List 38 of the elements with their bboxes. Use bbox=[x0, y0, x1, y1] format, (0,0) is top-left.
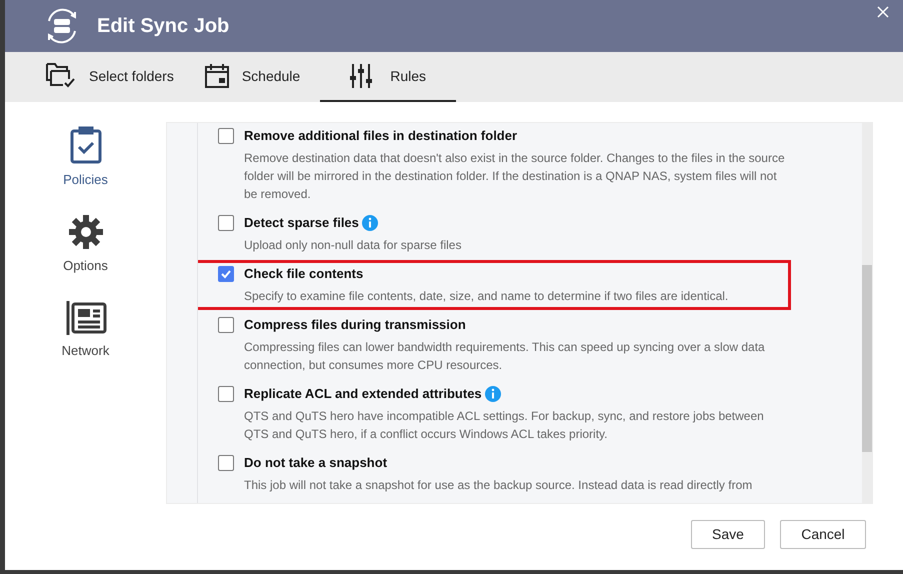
sidebar-item[interactable]: Policies bbox=[46, 126, 126, 190]
tab[interactable]: Schedule bbox=[194, 52, 310, 102]
clipboard-check-icon bbox=[68, 126, 102, 164]
check-icon bbox=[220, 268, 232, 280]
option-title: Check file contents bbox=[244, 265, 364, 283]
folders-icon bbox=[45, 62, 77, 90]
option-title: Do not take a snapshot bbox=[244, 454, 388, 472]
close-icon[interactable] bbox=[877, 6, 889, 18]
gear-icon bbox=[68, 214, 104, 250]
option-title: Detect sparse files bbox=[244, 214, 359, 232]
option-description: Remove destination data that doesn't also exist in the source folder. Changes to the files in the source folder will be mirrored in the destination folder. If the destination is a QNAP NAS, system files will not be removed. bbox=[244, 150, 786, 203]
scrollbar[interactable] bbox=[862, 123, 872, 503]
tab[interactable]: Select folders bbox=[35, 52, 184, 102]
tab[interactable]: Rules bbox=[320, 52, 456, 102]
option-description: This job will not take a snapshot for use as the backup source. Instead data is read directly from bbox=[244, 477, 754, 494]
sidebar-item[interactable]: Network bbox=[46, 299, 126, 360]
checkbox[interactable] bbox=[218, 128, 234, 144]
info-icon[interactable] bbox=[484, 386, 501, 402]
checkbox[interactable] bbox=[218, 455, 234, 471]
option-description: Upload only non-null data for sparse files bbox=[244, 237, 462, 254]
option-title: Replicate ACL and extended attributes bbox=[244, 385, 482, 403]
checkbox[interactable] bbox=[218, 317, 234, 333]
sliders-icon bbox=[350, 63, 372, 89]
option-description: Specify to examine file contents, date, size, and name to determine if two files are identical. bbox=[244, 288, 730, 305]
checkbox[interactable] bbox=[218, 386, 234, 402]
option-description: QTS and QuTS hero have incompatible ACL settings. For backup, sync, and restore jobs between QTS and QuTS hero, if a conflict occurs Windows ACL takes priority. bbox=[244, 408, 765, 443]
newspaper-icon bbox=[64, 299, 106, 335]
checkbox[interactable] bbox=[218, 215, 234, 231]
option-description: Compressing files can lower bandwidth requirements. This can speed up syncing over a slow data connection, but consumes more CPU resources. bbox=[244, 339, 766, 374]
calendar-icon bbox=[204, 63, 230, 89]
dialog-button[interactable]: Cancel bbox=[780, 520, 866, 549]
sidebar-item[interactable]: Options bbox=[46, 214, 126, 275]
dialog-button[interactable]: Save bbox=[691, 520, 765, 549]
option-title: Remove additional files in destination folder bbox=[244, 127, 518, 145]
window-title: Edit Sync Job bbox=[97, 14, 230, 39]
option-title: Compress files during transmission bbox=[244, 316, 466, 334]
checkbox[interactable] bbox=[218, 266, 234, 282]
info-icon[interactable] bbox=[362, 215, 378, 231]
